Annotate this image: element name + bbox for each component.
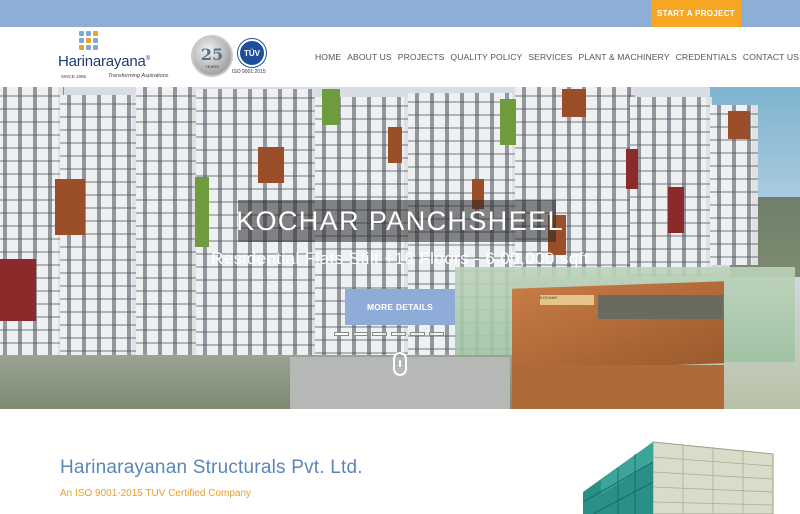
hero-clubhouse-roof (598, 295, 723, 319)
brand-tagline: Transforming Aspirations (108, 73, 169, 79)
slider-dot[interactable] (410, 332, 425, 336)
top-bar: START A PROJECT (0, 0, 800, 27)
company-tagline: An ISO 9001-2015 TUV Certified Company (60, 488, 252, 499)
facade-accent (626, 149, 638, 189)
brand-name: Harinarayana® (58, 53, 150, 70)
facade-accent (562, 89, 586, 117)
nav-services[interactable]: SERVICES (528, 52, 572, 62)
slider-dot[interactable] (353, 332, 368, 336)
facade-accent (728, 111, 750, 139)
nav-projects[interactable]: PROJECTS (398, 52, 445, 62)
scroll-down-icon[interactable] (393, 352, 407, 376)
tuv-cert-icon: TÜV (238, 39, 266, 67)
logo-dots-icon (79, 31, 101, 53)
slider-dot[interactable] (372, 332, 387, 336)
hero-title: KOCHAR PANCHSHEEL (236, 206, 564, 236)
start-project-button[interactable]: START A PROJECT (651, 0, 741, 27)
facade-accent (500, 99, 516, 145)
brand-logo[interactable]: Harinarayana® SINCE 1995 Transforming As… (58, 31, 184, 83)
hero-slider: KOCHAR KOCHAR PANCHSHEEL Residential Fla… (0, 87, 800, 409)
hero-clubhouse-sign: KOCHAR (540, 295, 594, 305)
nav-about-us[interactable]: ABOUT US (347, 52, 392, 62)
slider-dot[interactable] (391, 332, 406, 336)
nav-plant-machinery[interactable]: PLANT & MACHINERY (578, 52, 669, 62)
facade-accent (322, 89, 340, 125)
slider-dot[interactable] (334, 332, 349, 336)
facade-accent (258, 147, 284, 183)
nav-credentials[interactable]: CREDENTIALS (676, 52, 737, 62)
site-header: Harinarayana® SINCE 1995 Transforming As… (0, 27, 800, 87)
brand-since: SINCE 1995 (61, 74, 87, 79)
nav-home[interactable]: HOME (315, 52, 341, 62)
nav-contact-us[interactable]: CONTACT US (743, 52, 799, 62)
more-details-button[interactable]: MORE DETAILS (345, 289, 455, 325)
slider-pagination (334, 332, 444, 336)
main-nav: HOME ABOUT US PROJECTS QUALITY POLICY SE… (315, 52, 800, 62)
facade-accent (388, 127, 402, 163)
nav-quality-policy[interactable]: QUALITY POLICY (450, 52, 522, 62)
iso-caption: ISO 9001:2015 (232, 69, 266, 75)
building-illustration (583, 441, 774, 514)
hero-subtitle: Residential Flats Stilt +16 Floors - 6,0… (211, 249, 589, 268)
hero-clubhouse-base (512, 365, 724, 409)
company-name: Harinarayanan Structurals Pvt. Ltd. (60, 457, 363, 478)
slider-dot[interactable] (429, 332, 444, 336)
anniversary-badge: 25 YEARS (191, 35, 233, 77)
